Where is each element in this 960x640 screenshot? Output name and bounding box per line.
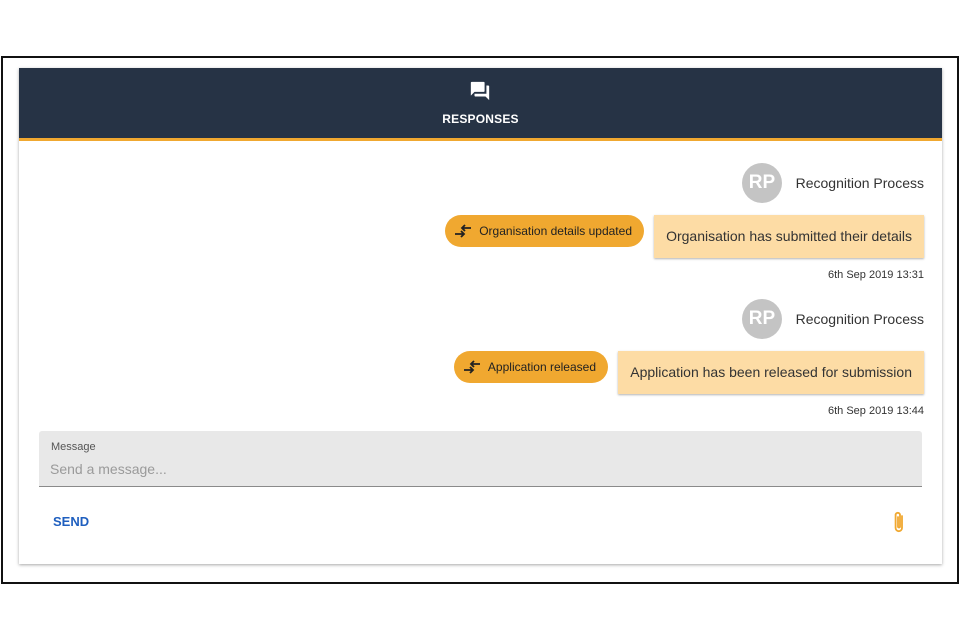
responses-panel: RESPONSES RP Recognition Process Organis… xyxy=(19,68,942,564)
sender-name: Recognition Process xyxy=(795,311,924,327)
message-input[interactable] xyxy=(50,458,910,480)
avatar: RP xyxy=(742,299,782,339)
sender-name: Recognition Process xyxy=(795,175,924,191)
message-input-label: Message xyxy=(51,441,96,453)
message-bubble: Application has been released for submis… xyxy=(618,351,924,394)
message-sender-row: RP Recognition Process xyxy=(724,299,924,339)
message-bubble: Organisation has submitted their details xyxy=(654,215,924,258)
forum-icon xyxy=(470,81,490,101)
swap-arrows-icon xyxy=(455,224,472,238)
status-tag: Application released xyxy=(453,351,608,383)
message-item: RP Recognition Process Application relea… xyxy=(404,299,924,424)
screenshot-frame: RESPONSES RP Recognition Process Organis… xyxy=(1,56,959,584)
message-timestamp: 6th Sep 2019 13:44 xyxy=(827,405,924,417)
status-tag-label: Application released xyxy=(487,360,596,374)
panel-header: RESPONSES xyxy=(19,68,942,141)
panel-title: RESPONSES xyxy=(442,112,519,126)
status-tag-label: Organisation details updated xyxy=(479,224,632,238)
avatar: RP xyxy=(742,163,782,203)
message-sender-row: RP Recognition Process xyxy=(724,163,924,203)
message-item: RP Recognition Process Organisation deta… xyxy=(404,163,924,288)
swap-arrows-icon xyxy=(463,360,480,374)
message-input-container[interactable]: Message xyxy=(39,431,922,487)
send-button[interactable]: SEND xyxy=(41,510,101,533)
message-timestamp: 6th Sep 2019 13:31 xyxy=(827,269,924,281)
status-tag: Organisation details updated xyxy=(445,215,644,247)
paperclip-icon[interactable] xyxy=(890,509,908,535)
